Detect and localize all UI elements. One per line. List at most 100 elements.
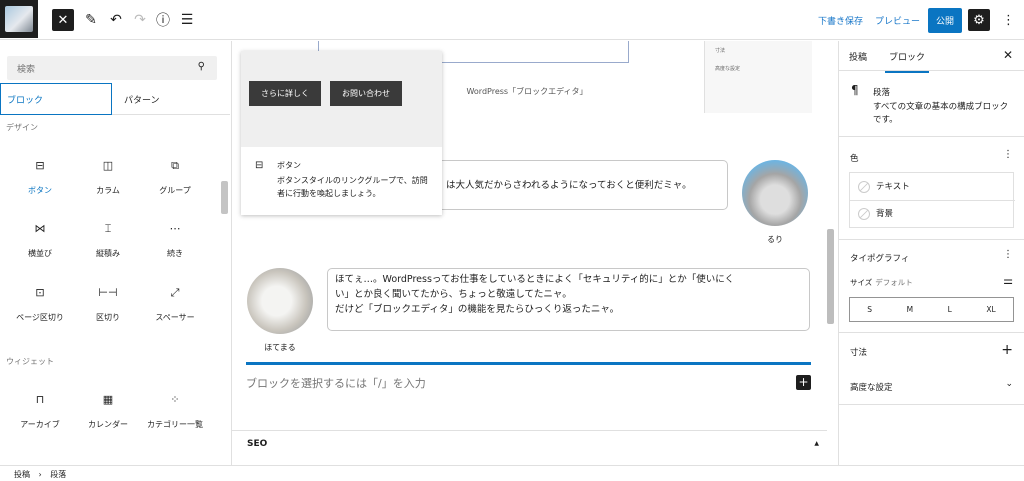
tab-blocks[interactable]: ブロック xyxy=(0,83,112,115)
color-swatch-icon xyxy=(858,208,870,220)
block-columns[interactable]: ◫ カラム xyxy=(73,159,143,196)
separator-icon: ⊢⊣ xyxy=(98,286,118,299)
block-page-break[interactable]: ⊡ ページ区切り xyxy=(5,286,75,323)
embedded-screenshot-sidebar: 寸法 高度な設定 xyxy=(704,41,812,113)
background-color-button[interactable]: 背景 xyxy=(850,200,1015,228)
size-m-option[interactable]: M xyxy=(907,305,913,314)
block-more[interactable]: ⋯ 続き xyxy=(140,222,210,259)
sidebar-tabs: 投稿 ブロック ✕ xyxy=(839,41,1024,73)
block-stack[interactable]: ⌶ 縦積み xyxy=(73,222,143,259)
dimensions-panel[interactable]: 寸法 + xyxy=(839,333,1024,369)
page-break-icon: ⊡ xyxy=(35,286,45,299)
archive-icon: ⊓ xyxy=(35,393,45,406)
avatar-ruri xyxy=(742,160,808,226)
color-swatch-icon xyxy=(858,181,870,193)
editor-header: ✕ ✎ ↶ ↷ ⓘ ☰ 下書き保存 プレビュー 公開 ⚙ ⋮ xyxy=(0,0,1024,40)
category-design-heading: デザイン xyxy=(6,123,38,132)
tab-block[interactable]: ブロック xyxy=(885,50,929,73)
block-separator[interactable]: ⊢⊣ 区切り xyxy=(73,286,143,323)
stub-advanced-label: 高度な設定 xyxy=(715,66,741,72)
add-block-button[interactable]: + xyxy=(796,375,811,390)
advanced-panel-title: 高度な設定 xyxy=(850,383,893,393)
block-inserter-panel: 検索 ⚲ ブロック パターン デザイン ⊟ ボタン ◫ カラム ⧉ グループ ⋈ 横並び… xyxy=(0,41,232,465)
text-color-button[interactable]: テキスト xyxy=(850,173,1015,201)
search-input[interactable]: 検索 ⚲ xyxy=(7,56,217,80)
advanced-panel[interactable]: 高度な設定 ⌄ xyxy=(839,369,1024,405)
group-icon: ⧉ xyxy=(171,159,179,172)
info-icon[interactable]: ⓘ xyxy=(152,9,174,31)
inserter-tabs: ブロック パターン xyxy=(0,83,230,115)
stack-icon: ⌶ xyxy=(104,222,112,235)
block-button[interactable]: ⊟ ボタン xyxy=(5,159,75,196)
block-categories[interactable]: ⁘ カテゴリー一覧 xyxy=(140,393,210,430)
tab-patterns[interactable]: パターン xyxy=(118,83,160,115)
publish-button[interactable]: 公開 xyxy=(928,0,963,40)
block-card-title: 段落 xyxy=(873,88,891,98)
site-logo-image xyxy=(5,6,33,32)
block-group[interactable]: ⧉ グループ xyxy=(140,159,210,196)
settings-button[interactable]: ⚙ xyxy=(968,0,990,40)
block-card: ¶ 段落 すべての文章の基本の構成ブロックです。 xyxy=(839,71,1024,137)
color-settings: テキスト 背景 xyxy=(849,172,1015,228)
block-preview-area: さらに詳しく お問い合わせ xyxy=(241,51,442,147)
breadcrumb-paragraph[interactable]: 段落 xyxy=(50,470,66,479)
avatar-hotemaru xyxy=(247,268,313,334)
gear-icon: ⚙ xyxy=(968,9,990,31)
block-appender[interactable]: ブロックを選択するには「/」を入力 + xyxy=(246,362,811,392)
color-options-icon[interactable]: ⋮ xyxy=(1003,149,1013,160)
category-widgets-heading: ウィジェット xyxy=(6,357,54,366)
size-l-option[interactable]: L xyxy=(948,305,952,314)
close-inserter-button[interactable]: ✕ xyxy=(52,9,74,31)
paragraph-icon: ¶ xyxy=(851,83,859,97)
font-size-label: サイズ デフォルト xyxy=(850,278,913,287)
undo-icon[interactable]: ↶ xyxy=(105,9,127,31)
preview-contact-button: お問い合わせ xyxy=(330,81,402,106)
size-xl-option[interactable]: XL xyxy=(986,305,995,314)
breadcrumb-post[interactable]: 投稿 xyxy=(14,470,30,479)
avatar-name-ruri: るり xyxy=(767,235,783,244)
inserter-scrollbar[interactable] xyxy=(221,181,228,214)
search-icon: ⚲ xyxy=(197,61,205,72)
block-archives[interactable]: ⊓ アーカイブ xyxy=(5,393,75,430)
typography-panel-title: タイポグラフィ xyxy=(850,254,910,264)
plus-icon[interactable]: + xyxy=(1001,342,1013,358)
redo-icon[interactable]: ↷ xyxy=(129,9,151,31)
canvas-scrollbar[interactable] xyxy=(827,229,834,324)
list-view-icon[interactable]: ☰ xyxy=(176,9,198,31)
preview-button[interactable]: プレビュー xyxy=(875,0,920,40)
more-block-icon: ⋯ xyxy=(169,222,181,235)
block-row[interactable]: ⋈ 横並び xyxy=(5,222,75,259)
speech-bubble-hotemaru[interactable]: ほてぇ…。WordPressってお仕事をしているときによく「セキュリティ的に」と… xyxy=(327,268,810,331)
speech-bubble-ruri[interactable]: は大人気だからさわれるようになっておくと便利だミャ。 xyxy=(428,160,728,210)
block-spacer[interactable]: ⤢ スペーサー xyxy=(140,286,210,323)
seo-metabox[interactable]: SEO ▲ xyxy=(232,430,827,465)
avatar-name-hotemaru: ほてまる xyxy=(264,343,296,352)
block-preview-title: ボタン xyxy=(277,161,301,170)
custom-size-sliders-icon[interactable]: ⚌ xyxy=(1003,274,1013,287)
block-preview-description: ⊟ ボタン ボタンスタイルのリンクグループで、訪問者に行動を喚起しましょう。 xyxy=(251,159,431,200)
buttons-icon: ⊟ xyxy=(255,160,264,171)
spacer-icon: ⤢ xyxy=(170,286,180,299)
close-icon[interactable]: ✕ xyxy=(1003,48,1013,62)
more-icon[interactable]: ⋮ xyxy=(1002,0,1015,40)
block-preview-text: ボタンスタイルのリンクグループで、訪問者に行動を喚起しましょう。 xyxy=(277,176,428,198)
bubble-line-2: い」とか良く聞いてたから、ちょっと敬遠してたニャ。 xyxy=(335,289,572,300)
tab-post[interactable]: 投稿 xyxy=(849,50,867,63)
typography-options-icon[interactable]: ⋮ xyxy=(1003,249,1013,260)
site-icon-button[interactable] xyxy=(0,0,38,38)
block-preview-popover: さらに詳しく お問い合わせ ⊟ ボタン ボタンスタイルのリンクグループで、訪問者… xyxy=(241,51,442,215)
categories-icon: ⁘ xyxy=(170,393,180,406)
save-draft-button[interactable]: 下書き保存 xyxy=(818,0,863,40)
breadcrumb: 投稿 › 段落 xyxy=(0,465,1024,481)
bubble-line-1: ほてぇ…。WordPressってお仕事をしているときによく「セキュリティ的に」と… xyxy=(335,274,735,285)
block-calendar[interactable]: ▦ カレンダー xyxy=(73,393,143,430)
columns-icon: ◫ xyxy=(102,159,114,172)
pencil-icon[interactable]: ✎ xyxy=(80,9,102,31)
chevron-down-icon[interactable]: ⌄ xyxy=(1005,379,1013,389)
block-card-description: すべての文章の基本の構成ブロックです。 xyxy=(873,102,1009,125)
collapse-arrow-icon[interactable]: ▲ xyxy=(814,440,819,447)
breadcrumb-separator-icon: › xyxy=(38,470,42,479)
size-s-option[interactable]: S xyxy=(867,305,872,314)
font-size-picker: S M L XL xyxy=(849,297,1014,322)
color-panel: 色 ⋮ テキスト 背景 xyxy=(839,137,1024,240)
